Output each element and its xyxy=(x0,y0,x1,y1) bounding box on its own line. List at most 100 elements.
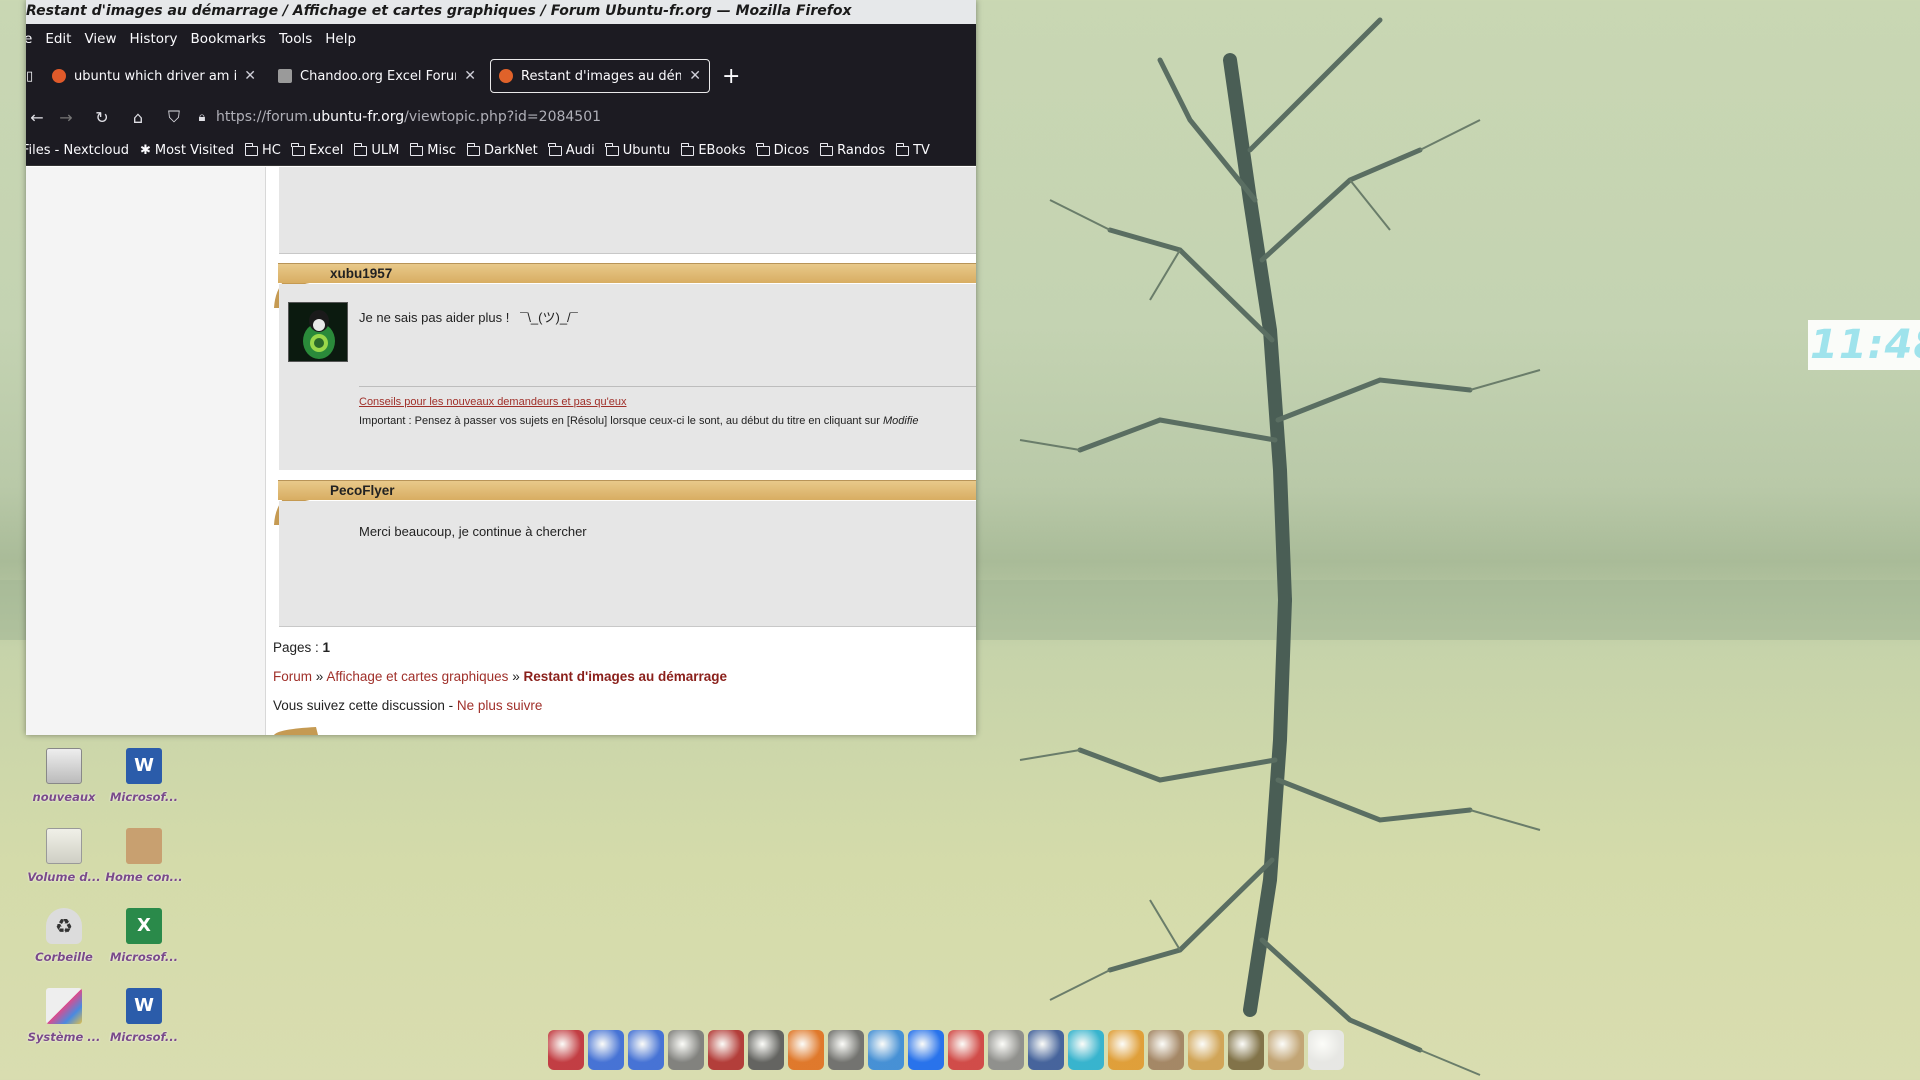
excel-icon: X xyxy=(126,908,162,944)
firefox-window: Restant d'images au démarrage / Affichag… xyxy=(26,0,976,735)
desktop-icon-home[interactable]: Home con... xyxy=(104,828,184,884)
tab-overflow-icon[interactable]: ▯ xyxy=(26,69,44,84)
bookmark-folder-audi[interactable]: Audi xyxy=(548,142,595,158)
menu-bar: e Edit View History Bookmarks Tools Help xyxy=(26,24,976,54)
tab-chandoo[interactable]: Chandoo.org Excel Forums ✕ xyxy=(270,59,484,93)
help-icon[interactable] xyxy=(628,1030,664,1070)
page-current[interactable]: 1 xyxy=(323,640,331,655)
bookmark-most-visited[interactable]: ✱ Most Visited xyxy=(140,143,234,158)
folder-icon xyxy=(244,142,259,156)
editor-icon[interactable] xyxy=(1228,1030,1264,1070)
bookmark-folder-dicos[interactable]: Dicos xyxy=(756,142,809,158)
hardware-icon[interactable] xyxy=(668,1030,704,1070)
back-icon[interactable]: ← xyxy=(26,108,48,127)
post-body xyxy=(279,501,976,627)
usb-icon[interactable] xyxy=(1308,1030,1344,1070)
breadcrumb-forum[interactable]: Forum xyxy=(273,669,312,684)
follow-status: Vous suivez cette discussion - Ne plus s… xyxy=(273,698,543,713)
tab-bar: ▯ ubuntu which driver am i u ✕ Chandoo.o… xyxy=(26,54,976,98)
clock-widget: 11:48 xyxy=(1808,320,1920,370)
accessibility-icon[interactable] xyxy=(588,1030,624,1070)
folder-icon xyxy=(466,142,481,156)
breadcrumb-category[interactable]: Affichage et cartes graphiques xyxy=(326,669,508,684)
pcloud-icon[interactable] xyxy=(1068,1030,1104,1070)
system-monitor-icon xyxy=(46,988,82,1024)
tab-ubuntu-driver[interactable]: ubuntu which driver am i u ✕ xyxy=(44,59,264,93)
shield-icon[interactable]: ⛉ xyxy=(156,107,192,127)
menu-view[interactable]: View xyxy=(84,31,116,47)
desktop-icon-microsoft-word-2[interactable]: W Microsof... xyxy=(104,988,184,1044)
virtualbox-icon[interactable] xyxy=(1028,1030,1064,1070)
post-corner-decoration xyxy=(274,727,318,735)
gimp-icon[interactable] xyxy=(748,1030,784,1070)
package-icon[interactable] xyxy=(708,1030,744,1070)
bookmark-folder-excel[interactable]: Excel xyxy=(291,142,343,158)
menu-file[interactable]: e xyxy=(26,31,32,47)
bookmark-folder-darknet[interactable]: DarkNet xyxy=(466,142,538,158)
desktop-icon-systeme[interactable]: Système ... xyxy=(24,988,104,1044)
folder-icon[interactable] xyxy=(1268,1030,1304,1070)
bookmark-folder-hc[interactable]: HC xyxy=(244,142,281,158)
menu-edit[interactable]: Edit xyxy=(45,31,71,47)
desktop-icon-microsoft-excel[interactable]: X Microsof... xyxy=(104,908,184,964)
navigation-bar: ← → ↻ ⌂ ⛉ 🔒︎ https://forum.ubuntu-fr.org… xyxy=(26,98,976,136)
bookmark-folder-misc[interactable]: Misc xyxy=(409,142,456,158)
drive-icon xyxy=(46,748,82,784)
desktop-icon-volume[interactable]: Volume d... xyxy=(24,828,104,884)
vlc-icon[interactable] xyxy=(788,1030,824,1070)
reload-icon[interactable]: ↻ xyxy=(84,108,120,127)
signature-text: Important : Pensez à passer vos sujets e… xyxy=(359,415,919,427)
folder-icon xyxy=(756,142,770,156)
bookmark-files-nextcloud[interactable]: Files - Nextcloud xyxy=(26,143,129,158)
word-icon: W xyxy=(126,988,162,1024)
signature-link[interactable]: Conseils pour les nouveaux demandeurs et… xyxy=(359,396,627,408)
post-author[interactable]: xubu1957 xyxy=(278,263,976,283)
menu-history[interactable]: History xyxy=(130,31,178,47)
previous-post-body xyxy=(279,167,976,254)
breadcrumb-current[interactable]: Restant d'images au démarrage xyxy=(523,669,727,684)
debian-swirl-icon[interactable] xyxy=(548,1030,584,1070)
installer-icon[interactable] xyxy=(828,1030,864,1070)
desktop-icon-corbeille[interactable]: ♻ Corbeille xyxy=(24,908,104,964)
mail-icon[interactable] xyxy=(988,1030,1024,1070)
time-icon[interactable] xyxy=(1188,1030,1224,1070)
menu-bookmarks[interactable]: Bookmarks xyxy=(191,31,266,47)
avatar xyxy=(288,302,348,362)
unfollow-link[interactable]: Ne plus suivre xyxy=(457,698,543,713)
folder-icon xyxy=(680,142,695,156)
folder-icon xyxy=(605,142,619,156)
tab-restant-images[interactable]: Restant d'images au démar ✕ xyxy=(490,59,710,93)
post-author[interactable]: PecoFlyer xyxy=(278,480,976,500)
chrome-icon[interactable] xyxy=(948,1030,984,1070)
pagination: Pages : 1 xyxy=(273,640,331,655)
forward-icon[interactable]: → xyxy=(48,108,84,127)
lock-icon[interactable]: 🔒︎ xyxy=(192,110,212,125)
new-tab-button[interactable]: + xyxy=(722,64,740,89)
tab-favicon-icon xyxy=(52,69,66,83)
archive-icon[interactable] xyxy=(1148,1030,1184,1070)
dock xyxy=(548,1030,1380,1080)
folder-icon xyxy=(353,142,368,156)
browser-icon[interactable] xyxy=(908,1030,944,1070)
bookmark-folder-ebooks[interactable]: EBooks xyxy=(680,142,746,158)
desktop-icon-microsoft-word[interactable]: W Microsof... xyxy=(104,748,184,804)
post-message: Merci beaucoup, je continue à chercher xyxy=(359,524,587,539)
bookmark-folder-ulm[interactable]: ULM xyxy=(353,142,399,158)
menu-help[interactable]: Help xyxy=(325,31,356,47)
page-content: xubu1957 Je ne sais pas aider plus ! ¯\_… xyxy=(26,167,976,735)
bookmark-folder-tv[interactable]: TV xyxy=(895,142,930,158)
menu-tools[interactable]: Tools xyxy=(279,31,312,47)
folder-home-icon xyxy=(126,828,162,864)
firefox-icon[interactable] xyxy=(1108,1030,1144,1070)
files-icon[interactable] xyxy=(868,1030,904,1070)
bookmark-folder-randos[interactable]: Randos xyxy=(819,142,885,158)
home-icon[interactable]: ⌂ xyxy=(120,108,156,127)
desktop-icon-nouveaux[interactable]: nouveaux xyxy=(24,748,104,804)
close-tab-icon[interactable]: ✕ xyxy=(244,68,256,84)
window-title: Restant d'images au démarrage / Affichag… xyxy=(26,0,976,24)
url-bar[interactable]: https://forum.ubuntu-fr.org/viewtopic.ph… xyxy=(216,109,601,125)
drive-icon xyxy=(46,828,82,864)
close-tab-icon[interactable]: ✕ xyxy=(689,68,701,84)
close-tab-icon[interactable]: ✕ xyxy=(464,68,476,84)
bookmark-folder-ubuntu[interactable]: Ubuntu xyxy=(605,142,670,158)
